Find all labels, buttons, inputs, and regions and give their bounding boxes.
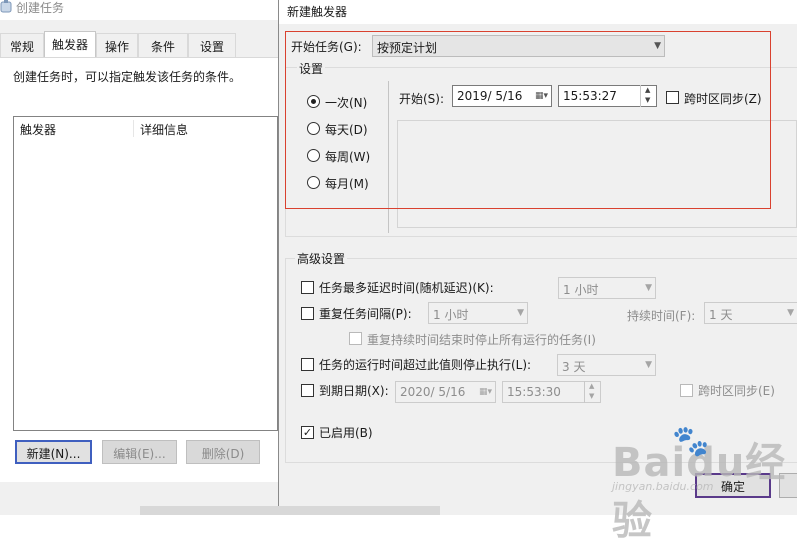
calendar-icon[interactable]: ▦▾ bbox=[479, 387, 492, 397]
delete-trigger-button[interactable]: 删除(D) bbox=[186, 440, 260, 464]
highlight-annotation bbox=[285, 31, 771, 209]
expire-date-picker[interactable]: 2020/ 5/16 ▦▾ bbox=[395, 381, 496, 403]
stop-all-label: 重复持续时间结束时停止所有运行的任务(I) bbox=[367, 333, 596, 347]
create-task-title: 创建任务 bbox=[16, 1, 65, 15]
expire-label[interactable]: 到期日期(X): bbox=[319, 382, 389, 399]
spin-down-icon[interactable]: ▼ bbox=[589, 392, 594, 400]
expire-sync-label: 跨时区同步(E) bbox=[698, 384, 775, 398]
advanced-settings-legend: 高级设置 bbox=[295, 250, 348, 267]
new-trigger-titlebar: 新建触发器 bbox=[279, 0, 797, 24]
repeat-select[interactable]: 1 小时 ▼ bbox=[428, 302, 528, 324]
dropdown-arrow-icon: ▼ bbox=[645, 360, 652, 370]
enabled-checkbox[interactable]: ✓ bbox=[301, 426, 314, 439]
edit-trigger-button[interactable]: 编辑(E)... bbox=[102, 440, 177, 464]
stop-long-value: 3 天 bbox=[562, 360, 586, 374]
delay-checkbox[interactable] bbox=[301, 281, 314, 294]
expire-checkbox[interactable] bbox=[301, 384, 314, 397]
tab-conditions-label: 条件 bbox=[150, 40, 175, 54]
delay-value: 1 小时 bbox=[563, 283, 599, 297]
triggers-description: 创建任务时，可以指定触发该任务的条件。 bbox=[13, 70, 242, 84]
new-trigger-title: 新建触发器 bbox=[287, 5, 348, 19]
checkmark-icon: ✓ bbox=[302, 426, 313, 439]
duration-label: 持续时间(F): bbox=[627, 309, 696, 323]
expire-sync-checkbox[interactable] bbox=[680, 384, 693, 397]
stop-long-label[interactable]: 任务的运行时间超过此值则停止执行(L): bbox=[319, 356, 531, 373]
stop-all-checkbox[interactable] bbox=[349, 332, 362, 345]
dropdown-arrow-icon: ▼ bbox=[645, 283, 652, 293]
column-header-trigger[interactable]: 触发器 bbox=[20, 121, 56, 138]
task-scheduler-icon bbox=[0, 0, 12, 14]
taskbar-strip bbox=[140, 506, 440, 515]
expire-date-value: 2020/ 5/16 bbox=[400, 385, 466, 399]
tab-actions-label: 操作 bbox=[104, 40, 129, 54]
watermark-url: jingyan.baidu.com bbox=[612, 480, 714, 493]
stop-long-checkbox[interactable] bbox=[301, 358, 314, 371]
tab-settings-label: 设置 bbox=[199, 40, 224, 54]
tab-general[interactable]: 常规 bbox=[0, 33, 44, 57]
trigger-list[interactable] bbox=[13, 116, 278, 431]
delay-select[interactable]: 1 小时 ▼ bbox=[558, 277, 656, 299]
tab-triggers[interactable]: 触发器 bbox=[44, 31, 96, 58]
enabled-label[interactable]: 已启用(B) bbox=[319, 424, 373, 441]
tab-actions[interactable]: 操作 bbox=[96, 33, 138, 57]
expire-time-input[interactable]: 15:53:30 ▲ ▼ bbox=[502, 381, 601, 403]
stop-long-select[interactable]: 3 天 ▼ bbox=[557, 354, 656, 376]
column-header-details[interactable]: 详细信息 bbox=[140, 121, 188, 138]
duration-select[interactable]: 1 天 ▼ bbox=[704, 302, 797, 324]
delay-label[interactable]: 任务最多延迟时间(随机延迟)(K): bbox=[319, 279, 494, 296]
repeat-label[interactable]: 重复任务间隔(P): bbox=[319, 305, 412, 322]
dropdown-arrow-icon: ▼ bbox=[517, 308, 524, 318]
repeat-value: 1 小时 bbox=[433, 308, 469, 322]
create-task-window: 创建任务 常规 触发器 操作 条件 设置 创建任务时，可以指定触发该任务的条件。… bbox=[0, 0, 290, 515]
new-trigger-button-label: 新建(N)... bbox=[26, 447, 81, 461]
duration-value: 1 天 bbox=[709, 308, 733, 322]
edit-trigger-button-label: 编辑(E)... bbox=[113, 447, 166, 461]
column-divider[interactable] bbox=[133, 120, 134, 137]
expire-time-spinner[interactable]: ▲ ▼ bbox=[584, 381, 600, 403]
expire-time-value: 15:53:30 bbox=[507, 385, 561, 399]
paw-icon: 🐾 bbox=[672, 424, 710, 459]
spin-up-icon[interactable]: ▲ bbox=[589, 382, 594, 390]
tab-conditions[interactable]: 条件 bbox=[138, 33, 188, 57]
tab-general-label: 常规 bbox=[9, 40, 34, 54]
dropdown-arrow-icon: ▼ bbox=[787, 308, 794, 318]
create-task-titlebar: 创建任务 bbox=[0, 0, 290, 20]
baidu-watermark: Baidu经验 🐾 jingyan.baidu.com bbox=[612, 424, 792, 544]
repeat-checkbox[interactable] bbox=[301, 307, 314, 320]
tab-triggers-label: 触发器 bbox=[51, 38, 88, 52]
delete-trigger-button-label: 删除(D) bbox=[201, 447, 245, 461]
tab-settings[interactable]: 设置 bbox=[188, 33, 236, 57]
new-trigger-button[interactable]: 新建(N)... bbox=[15, 440, 92, 464]
